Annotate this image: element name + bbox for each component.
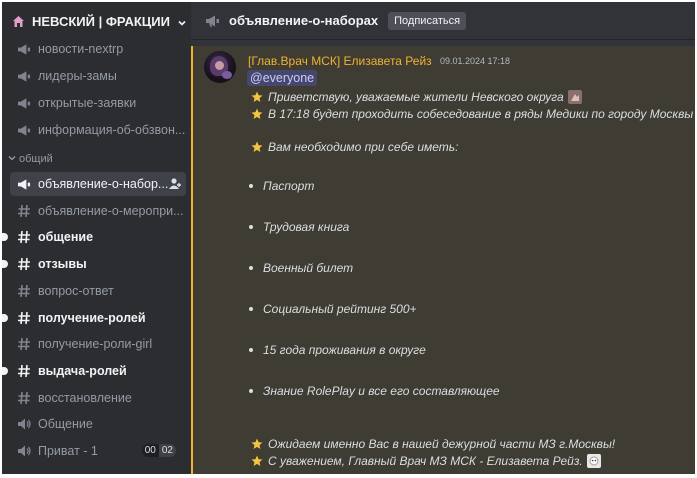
list-item: 15 года проживания в округе (249, 343, 426, 357)
channel-title: объявление-о-наборах (229, 13, 379, 28)
unread-indicator (2, 313, 8, 322)
voice-user-count: 00 02 (141, 444, 176, 457)
message-line: Ожидаем именно Вас в нашей дежурной част… (251, 437, 615, 451)
hash-icon (16, 256, 32, 272)
sidebar-item-label: информация-об-обзвон... (38, 123, 186, 137)
channel-header: объявление-о-наборах Подписаться (191, 2, 695, 40)
sidebar-item-восстановление[interactable]: восстановление (10, 386, 186, 410)
sidebar-item-label: лидеры-замы (38, 69, 117, 83)
sidebar-item-label: объявление-о-меропри... (38, 203, 184, 218)
sidebar-item-отзывы[interactable]: отзывы (2, 252, 186, 276)
star-icon (251, 108, 263, 120)
hash-icon (16, 310, 32, 326)
server-header[interactable]: НЕВСКИЙ | ФРАКЦИИ (2, 2, 191, 40)
sidebar-item-приват-1[interactable]: Приват - 1 00 02 (10, 439, 186, 463)
sidebar-item-объявление-о-набор[interactable]: объявление-о-набор... (10, 172, 186, 196)
list-item: Паспорт (249, 179, 314, 193)
announcement-icon (16, 68, 32, 84)
star-icon (251, 438, 263, 450)
main-panel: объявление-о-наборах Подписаться [Глав.В… (191, 2, 695, 474)
discord-window: НЕВСКИЙ | ФРАКЦИИ новости-nextrp лидеры-з… (2, 2, 695, 474)
sidebar-item-label: объявление-о-набор... (38, 177, 169, 191)
requirements-text: Вам необходимо при себе иметь: (268, 140, 459, 154)
chevron-down-icon[interactable] (177, 16, 187, 26)
message-line: Приветствую, уважаемые жители Невского о… (251, 90, 582, 104)
hash-icon (16, 203, 32, 219)
sidebar-item-получение-роли-girl[interactable]: получение-роли-girl (10, 332, 186, 356)
home-icon (11, 14, 25, 28)
sidebar-item-новости-nextrp[interactable]: новости-nextrp (10, 37, 186, 61)
speaker-icon (16, 443, 32, 459)
sidebar-item-label: Приват - 1 (38, 444, 98, 458)
sidebar-item-label: общение (38, 230, 94, 245)
list-item: Трудовая книга (249, 220, 349, 234)
unread-indicator (2, 233, 8, 242)
category-label: общий (19, 153, 53, 165)
message-line: В 17:18 будет проходить собеседование в … (251, 107, 693, 121)
hash-icon (16, 229, 32, 245)
star-icon (251, 455, 263, 467)
sidebar-item-вопрос-ответ[interactable]: вопрос-ответ (10, 279, 186, 303)
sidebar-item-label: выдача-ролей (38, 363, 127, 378)
sidebar-item-label: получение-роли-girl (38, 337, 153, 352)
announcement-icon (16, 95, 32, 111)
speaker-icon (16, 416, 32, 432)
message-timestamp: 09.01.2024 17:18 (440, 56, 511, 66)
emoji-icon (586, 454, 601, 468)
sidebar-item-общение[interactable]: общение (2, 225, 186, 249)
sidebar-item-выдача-ролей[interactable]: выдача-ролей (2, 359, 186, 383)
hash-icon (16, 336, 32, 352)
announcement-icon (16, 122, 32, 138)
sidebar-item-объявление-о-меропри[interactable]: объявление-о-меропри... (10, 199, 186, 223)
server-name: НЕВСКИЙ | ФРАКЦИИ (32, 13, 170, 29)
unread-indicator (2, 366, 8, 375)
sidebar-item-label: открытые-заявки (38, 96, 137, 110)
hash-icon (16, 363, 32, 379)
star-icon (251, 141, 263, 153)
sidebar-item-label: получение-ролей (38, 310, 146, 325)
message-line: Вам необходимо при себе иметь: (251, 140, 458, 154)
sidebar-item-label: новости-nextrp (38, 42, 124, 56)
emoji-icon (567, 90, 582, 104)
message-author[interactable]: [Глав.Врач МСК] Елизавета Рейз (248, 54, 432, 68)
announcement-icon (16, 41, 32, 57)
greeting-text: Приветствую, уважаемые жители Невского о… (268, 90, 564, 104)
sidebar-item-общение[interactable]: Общение (10, 412, 186, 436)
sidebar-item-label: отзывы (38, 257, 87, 272)
sidebar-item-информация-об-обзвон[interactable]: информация-об-обзвон... (10, 118, 186, 142)
announcement-icon (205, 14, 221, 28)
interview-text: В 17:18 будет проходить собеседование в … (268, 107, 694, 121)
signature-text: С уважением, Главный Врач МЗ МСК - Елиза… (268, 454, 583, 468)
list-item: Социальный рейтинг 500+ (249, 302, 417, 316)
sidebar-item-label: восстановление (38, 390, 132, 405)
sidebar-item-открытые-заявки[interactable]: открытые-заявки (10, 91, 186, 115)
list-item: Знание RolePlay и все его составляющее (249, 384, 500, 398)
avatar[interactable] (204, 51, 236, 83)
subscribe-button[interactable]: Подписаться (388, 11, 467, 30)
invite-member-icon[interactable] (168, 177, 182, 194)
hash-icon (16, 390, 32, 406)
unread-indicator (2, 260, 8, 269)
message: [Глав.Врач МСК] Елизавета Рейз 09.01.202… (191, 46, 695, 474)
hash-icon (16, 283, 32, 299)
channel-sidebar: НЕВСКИЙ | ФРАКЦИИ новости-nextrp лидеры-з… (2, 2, 191, 474)
sidebar-item-label: Общение (38, 417, 93, 432)
announcement-icon (16, 176, 32, 192)
sidebar-item-лидеры-замы[interactable]: лидеры-замы (10, 64, 186, 88)
closing-text: Ожидаем именно Вас в нашей дежурной част… (268, 437, 616, 451)
category-header[interactable]: общий (8, 153, 53, 165)
everyone-mention[interactable]: @everyone (247, 70, 318, 86)
star-icon (251, 91, 263, 103)
sidebar-item-label: вопрос-ответ (38, 283, 114, 298)
chevron-down-icon (8, 153, 16, 165)
list-item: Военный билет (249, 261, 353, 275)
message-line: С уважением, Главный Врач МЗ МСК - Елиза… (251, 454, 601, 468)
sidebar-item-получение-ролей[interactable]: получение-ролей (2, 306, 186, 330)
